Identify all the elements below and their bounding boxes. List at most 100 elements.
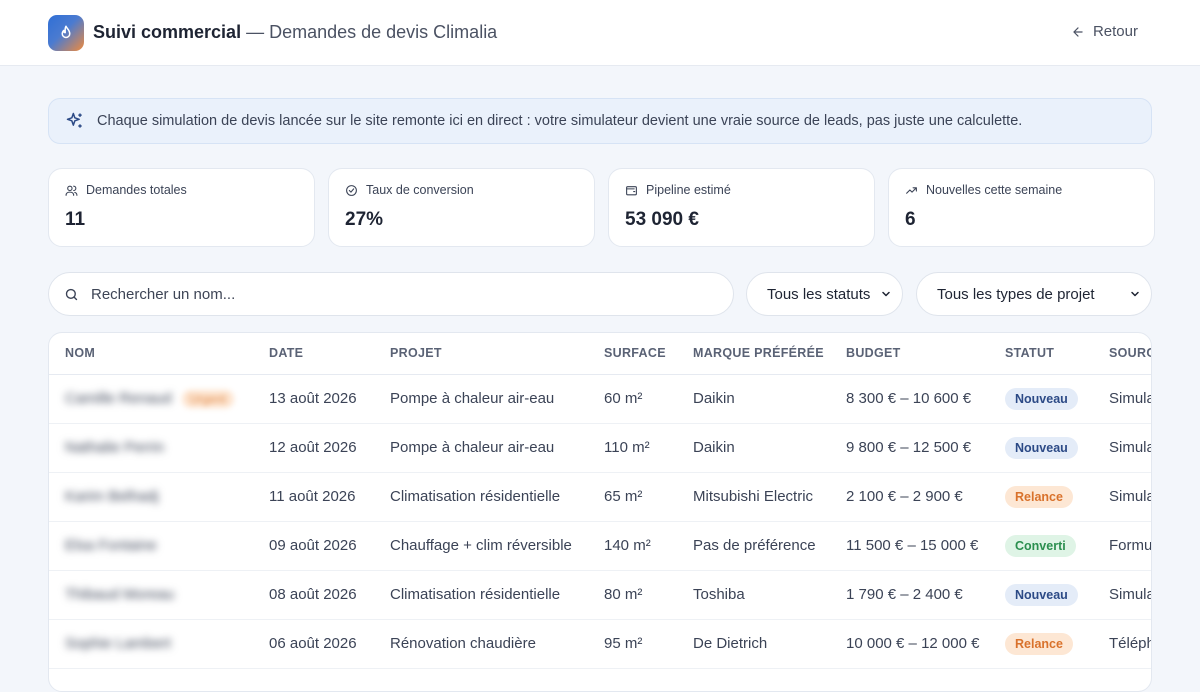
cell-source: Simulateur	[1093, 374, 1151, 424]
cell-source: Simulateur	[1093, 472, 1151, 522]
status-badge: Converti	[1005, 534, 1076, 557]
column-header-date[interactable]: DATE	[253, 333, 374, 375]
stat-value: 11	[65, 209, 86, 230]
table-header-row: NOM DATE PROJET SURFACE MARQUE PRÉFÉRÉE …	[49, 333, 1151, 375]
lead-name: Camille Renaud	[65, 389, 172, 407]
wallet-icon	[626, 185, 637, 195]
arrow-left-icon	[1073, 26, 1083, 37]
page-title: Suivi commercial — Demandes de devis Cli…	[93, 22, 497, 43]
cell-project: Climatisation résidentielle	[374, 472, 588, 522]
users-icon	[65, 185, 78, 196]
status-badge: Nouveau	[1005, 436, 1078, 459]
column-header-brand[interactable]: MARQUE PRÉFÉRÉE	[677, 333, 830, 375]
cell-brand: De Dietrich	[677, 619, 830, 669]
project-type-select[interactable]: Tous les types de projet	[916, 272, 1152, 316]
column-header-name[interactable]: NOM	[49, 333, 253, 375]
cell-name: Camille Renaud Urgent	[49, 374, 253, 424]
cell-budget: 1 790 € – 2 400 €	[830, 570, 989, 620]
lead-name: Thibaud Moreau	[65, 586, 175, 603]
cell-source: Formulaire	[1093, 521, 1151, 571]
cell-date: 08 août 2026	[253, 570, 374, 620]
cell-source: Simulateur	[1093, 570, 1151, 620]
cell-surface: 95 m²	[588, 619, 677, 669]
stat-label: Taux de conversion	[366, 183, 474, 197]
cell-brand: Pas de préférence	[677, 521, 830, 571]
stat-card-pipeline: Pipeline estimé 53 090 €	[608, 168, 875, 247]
status-badge: Relance	[1005, 485, 1073, 508]
cell-status: Relance	[989, 472, 1093, 522]
table-row[interactable]: Thibaud Moreau 08 août 2026 Climatisatio…	[49, 570, 1151, 620]
cell-budget: 8 300 € – 10 600 €	[830, 374, 989, 424]
cell-project: Pompe à chaleur air-eau	[374, 374, 588, 424]
cell-status: Relance	[989, 619, 1093, 669]
sparkles-icon	[66, 112, 82, 128]
back-button[interactable]: Retour	[1071, 23, 1138, 40]
cell-date: 13 août 2026	[253, 374, 374, 424]
stat-value: 27%	[345, 209, 384, 230]
cell-budget: 2 100 € – 2 900 €	[830, 472, 989, 522]
table-row[interactable]: Sophie Lambert 06 août 2026 Rénovation c…	[49, 619, 1151, 669]
cell-surface: 65 m²	[588, 472, 677, 522]
cell-status: Nouveau	[989, 423, 1093, 473]
cell-brand: Daikin	[677, 374, 830, 424]
column-header-source[interactable]: SOURCE	[1093, 333, 1151, 375]
table-row[interactable]: Nathalie Perrin 12 août 2026 Pompe à cha…	[49, 423, 1151, 473]
stat-label: Nouvelles cette semaine	[926, 183, 1063, 197]
check-circle-icon	[346, 184, 357, 196]
cell-source: Simulateur	[1093, 423, 1151, 473]
table-row[interactable]: Karim Belhadj 11 août 2026 Climatisation…	[49, 472, 1151, 522]
priority-tag: Urgent	[181, 389, 234, 408]
stats-row: Demandes totales 11 Taux de conversion 2…	[48, 168, 1155, 247]
table-row[interactable]: Camille Renaud Urgent 13 août 2026 Pompe …	[49, 374, 1151, 424]
lead-name: Elsa Fontaine	[65, 537, 157, 554]
project-type-select-value: Tous les types de projet	[937, 285, 1095, 303]
leads-table-container[interactable]: NOM DATE PROJET SURFACE MARQUE PRÉFÉRÉE …	[48, 332, 1152, 692]
search-icon	[65, 288, 78, 300]
cell-name: Sophie Lambert	[49, 619, 253, 669]
cell-name: Karim Belhadj	[49, 472, 253, 522]
cell-budget: 11 500 € – 15 000 €	[830, 521, 989, 571]
search-input[interactable]	[91, 285, 691, 303]
column-header-project[interactable]: PROJET	[374, 333, 588, 375]
cell-surface: 80 m²	[588, 570, 677, 620]
cell-status: Nouveau	[989, 374, 1093, 424]
cell-date: 11 août 2026	[253, 472, 374, 522]
column-header-budget[interactable]: BUDGET	[830, 333, 989, 375]
cell-project: Rénovation chaudière	[374, 619, 588, 669]
lead-name: Karim Belhadj	[65, 488, 159, 505]
trending-up-icon	[906, 186, 917, 194]
page-subtitle: — Demandes de devis Climalia	[246, 22, 498, 42]
cell-date: 09 août 2026	[253, 521, 374, 571]
leads-table: NOM DATE PROJET SURFACE MARQUE PRÉFÉRÉE …	[49, 333, 1151, 669]
cell-surface: 140 m²	[588, 521, 677, 571]
status-badge: Nouveau	[1005, 387, 1078, 410]
status-badge: Relance	[1005, 632, 1073, 655]
cell-date: 06 août 2026	[253, 619, 374, 669]
stat-label: Demandes totales	[86, 183, 187, 197]
cell-status: Converti	[989, 521, 1093, 571]
stat-card-conversion: Taux de conversion 27%	[328, 168, 595, 247]
cell-date: 12 août 2026	[253, 423, 374, 473]
column-header-surface[interactable]: SURFACE	[588, 333, 677, 375]
cell-name: Nathalie Perrin	[49, 423, 253, 473]
stat-value: 53 090 €	[625, 209, 699, 230]
column-header-status[interactable]: STATUT	[989, 333, 1093, 375]
cell-budget: 10 000 € – 12 000 €	[830, 619, 989, 669]
app-title: Suivi commercial	[93, 22, 242, 42]
cell-name: Elsa Fontaine	[49, 521, 253, 571]
status-select[interactable]: Tous les statuts	[746, 272, 903, 316]
status-badge: Nouveau	[1005, 583, 1078, 606]
cell-project: Climatisation résidentielle	[374, 570, 588, 620]
cell-source: Téléphone	[1093, 619, 1151, 669]
stat-card-new-week: Nouvelles cette semaine 6	[888, 168, 1155, 247]
table-row[interactable]: Elsa Fontaine 09 août 2026 Chauffage + c…	[49, 521, 1151, 571]
cell-brand: Daikin	[677, 423, 830, 473]
stat-label: Pipeline estimé	[646, 183, 731, 197]
banner-text: Chaque simulation de devis lancée sur le…	[97, 113, 1023, 129]
lead-name: Nathalie Perrin	[65, 439, 165, 456]
chevron-down-icon	[1131, 291, 1139, 297]
top-bar: Suivi commercial — Demandes de devis Cli…	[0, 0, 1200, 66]
filters-bar: Tous les statuts Tous les types de proje…	[48, 272, 1152, 316]
cell-brand: Mitsubishi Electric	[677, 472, 830, 522]
stat-value: 6	[905, 209, 916, 230]
